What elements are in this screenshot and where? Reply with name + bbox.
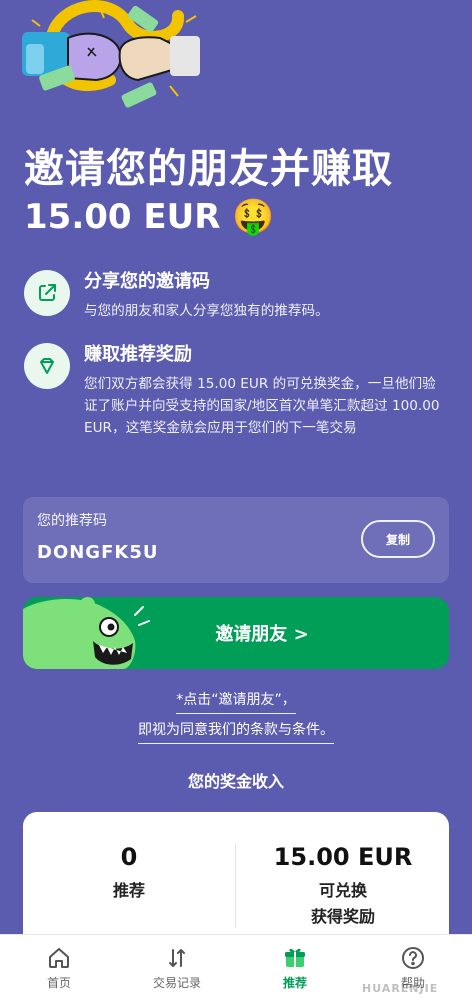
transactions-icon — [169, 948, 185, 967]
redeemable-label-line-2: 获得奖励 — [310, 907, 375, 926]
nav-item-transactions[interactable]: 交易记录 — [118, 935, 236, 1000]
share-icon — [24, 270, 70, 316]
feature-share-code: 分享您的邀请码 与您的朋友和家人分享您独有的推荐码。 — [24, 270, 448, 322]
reward-amount: 15.00 EUR 🤑 — [24, 194, 454, 240]
invite-friends-label: 邀请朋友 > — [215, 624, 309, 645]
nav-item-home[interactable]: 首页 — [0, 935, 118, 1000]
feature-title: 分享您的邀请码 — [84, 271, 210, 292]
redeemable-label: 可兑换 获得奖励 — [237, 878, 449, 930]
feature-earn-reward: 赚取推荐奖励 您们双方都会获得 15.00 EUR 的可兑换奖金，一旦他们验证了… — [24, 343, 448, 439]
referrals-stat: 0 推荐 — [23, 842, 235, 904]
feature-description: 您们双方都会获得 15.00 EUR 的可兑换奖金，一旦他们验证了账户并向受支持… — [84, 376, 440, 436]
terms-line-1[interactable]: *点击“邀请朋友”， — [176, 688, 296, 714]
nav-label: 推荐 — [282, 975, 307, 990]
money-face-emoji: 🤑 — [232, 197, 275, 237]
page-title: 邀请您的朋友并赚取 — [24, 146, 393, 192]
watermark: HUARENJIE — [362, 982, 439, 995]
referral-code-card: 您的推荐码 DONGFK5U 复制 — [23, 497, 449, 583]
referral-page: 邀请您的朋友并赚取 15.00 EUR 🤑 分享您的邀请码 与您的朋友和家人分享… — [0, 0, 472, 1000]
earnings-section-title: 您的奖金收入 — [187, 772, 284, 791]
nav-item-referral[interactable]: 推荐 — [236, 935, 354, 1000]
feature-title: 赚取推荐奖励 — [84, 344, 192, 365]
stats-divider — [235, 844, 236, 928]
referrals-label: 推荐 — [112, 881, 145, 900]
redeemable-reward-stat: 15.00 EUR 可兑换 获得奖励 — [237, 842, 449, 930]
home-icon — [49, 947, 69, 968]
redeemable-amount: 15.00 EUR — [273, 843, 413, 871]
redeemable-label-line-1: 可兑换 — [318, 881, 367, 900]
invite-friends-button[interactable]: 邀请朋友 > — [23, 597, 449, 669]
referrals-count: 0 — [120, 843, 138, 871]
nav-label: 首页 — [46, 975, 71, 990]
gift-icon — [285, 948, 305, 967]
feature-description: 与您的朋友和家人分享您独有的推荐码。 — [84, 303, 329, 319]
reward-amount-value: 15.00 EUR — [24, 197, 221, 237]
terms-note: *点击“邀请朋友”， 即视为同意我们的条款与条件。 — [0, 688, 472, 744]
copy-button[interactable]: 复制 — [361, 520, 435, 558]
help-icon — [402, 946, 424, 969]
diamond-icon — [24, 343, 70, 389]
nav-label: 交易记录 — [152, 975, 201, 990]
handshake-illustration — [22, 0, 200, 108]
terms-line-2[interactable]: 即视为同意我们的条款与条件。 — [138, 718, 334, 744]
